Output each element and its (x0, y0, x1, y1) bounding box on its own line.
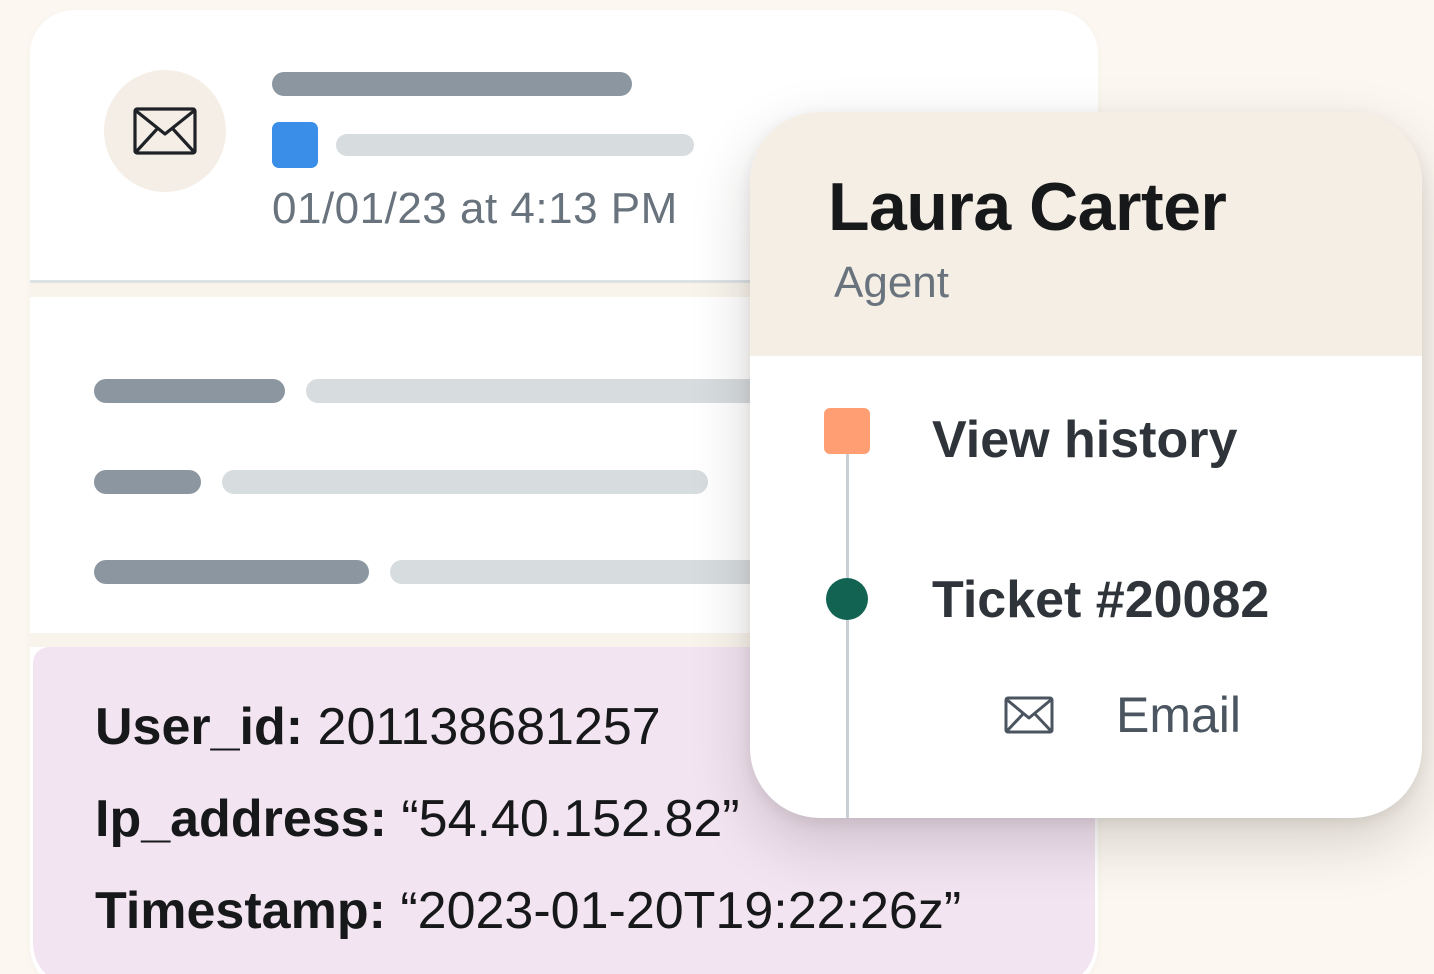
envelope-icon (133, 107, 197, 155)
email-date: 01/01/23 at 4:13 PM (272, 184, 678, 233)
agent-header: Laura Carter Agent (750, 112, 1422, 356)
timeline-line (846, 432, 849, 818)
view-history-link[interactable]: View history (932, 410, 1237, 470)
metadata-user-id: User_id: 201138681257 (95, 697, 661, 757)
body-label-bar (94, 379, 285, 403)
email-avatar (104, 70, 226, 192)
metadata-timestamp: Timestamp: “2023-01-20T19:22:26z” (95, 881, 961, 941)
metadata-ip-address: Ip_address: “54.40.152.82” (95, 789, 740, 849)
envelope-icon (1004, 696, 1054, 734)
agent-role: Agent (834, 258, 949, 307)
ticket-link[interactable]: Ticket #20082 (932, 570, 1269, 630)
metadata-value: “54.40.152.82” (401, 790, 740, 848)
ticket-marker (826, 578, 868, 620)
channel-label: Email (1116, 687, 1242, 743)
body-label-bar (94, 470, 201, 494)
status-square (272, 122, 318, 168)
metadata-value: 201138681257 (317, 698, 661, 756)
body-value-bar (222, 470, 708, 494)
metadata-key: Timestamp: (95, 882, 386, 940)
ticket-channel: Email (1004, 686, 1241, 744)
agent-name: Laura Carter (828, 169, 1227, 245)
metadata-key: Ip_address: (95, 790, 387, 848)
subject-placeholder-bar (272, 72, 632, 96)
sender-placeholder-bar (336, 134, 694, 156)
agent-profile-card: Laura Carter Agent View history Ticket #… (750, 112, 1422, 818)
history-marker (824, 408, 870, 454)
metadata-value: “2023-01-20T19:22:26z” (400, 882, 962, 940)
body-label-bar (94, 560, 369, 584)
metadata-key: User_id: (95, 698, 304, 756)
